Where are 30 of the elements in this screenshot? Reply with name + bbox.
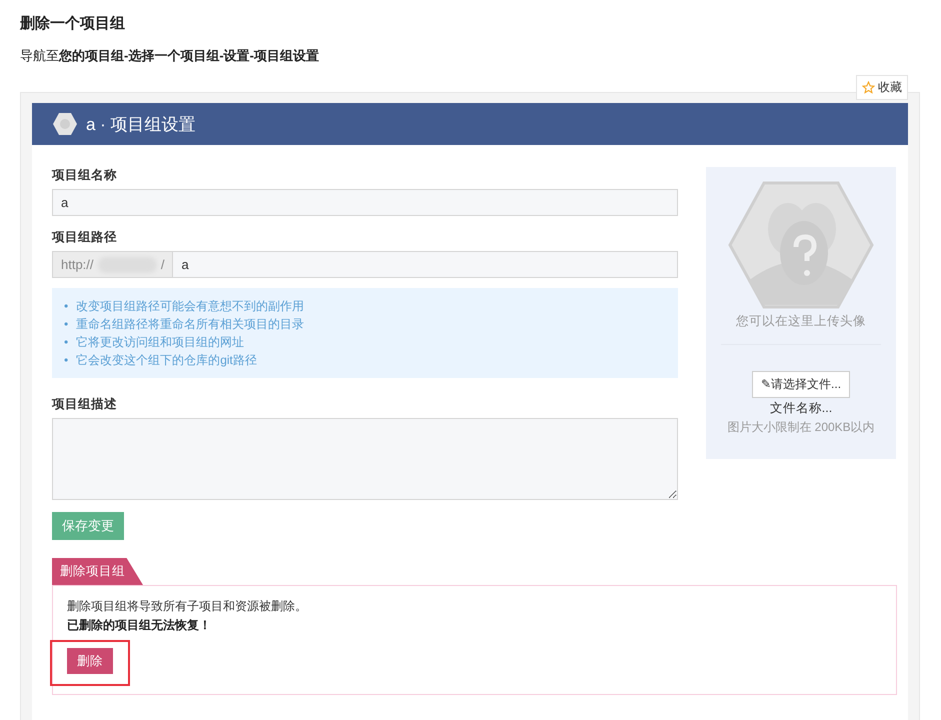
prefix-slash: / xyxy=(160,257,164,272)
bullet: • xyxy=(64,352,68,369)
star-icon xyxy=(862,81,875,94)
favorite-button[interactable]: 收藏 xyxy=(856,75,908,100)
navigation-path: 导航至您的项目组-选择一个项目组-设置-项目组设置 xyxy=(20,47,320,65)
size-limit: 图片大小限制在 200KB以内 xyxy=(727,419,875,436)
panel-title: a · 项目组设置 xyxy=(86,114,196,136)
field-label: 项目组路径 xyxy=(52,229,118,246)
field-label: 项目组描述 xyxy=(52,396,118,413)
bullet: • xyxy=(64,334,68,351)
delete-message: 删除项目组将导致所有子项目和资源被删除。 xyxy=(67,598,308,615)
delete-button[interactable]: 删除 xyxy=(67,648,113,674)
field-label: 项目组名称 xyxy=(52,167,118,184)
path-input[interactable]: a xyxy=(172,251,678,278)
avatar-placeholder-icon xyxy=(728,181,874,309)
group-avatar-icon xyxy=(52,112,78,136)
bullet: • xyxy=(64,316,68,333)
note-item: 它会改变这个组下的仓库的git路径 xyxy=(76,352,257,369)
note-item: 改变项目组路径可能会有意想不到的副作用 xyxy=(76,298,304,315)
note-item: 重命名组路径将重命名所有相关项目的目录 xyxy=(76,316,304,333)
description-input[interactable] xyxy=(52,418,678,500)
bullet: • xyxy=(64,298,68,315)
name-input[interactable]: a xyxy=(52,189,678,216)
delete-warning: 已删除的项目组无法恢复！ xyxy=(67,617,212,634)
avatar-hint: 您可以在这里上传头像 xyxy=(721,313,881,345)
prefix-text: http:// xyxy=(61,257,94,272)
file-name: 文件名称... xyxy=(770,400,832,417)
note-item: 它将更改访问组和项目组的网址 xyxy=(76,334,244,351)
choose-file-button[interactable]: ✎请选择文件... xyxy=(752,371,850,398)
page-title: 删除一个项目组 xyxy=(20,14,126,33)
